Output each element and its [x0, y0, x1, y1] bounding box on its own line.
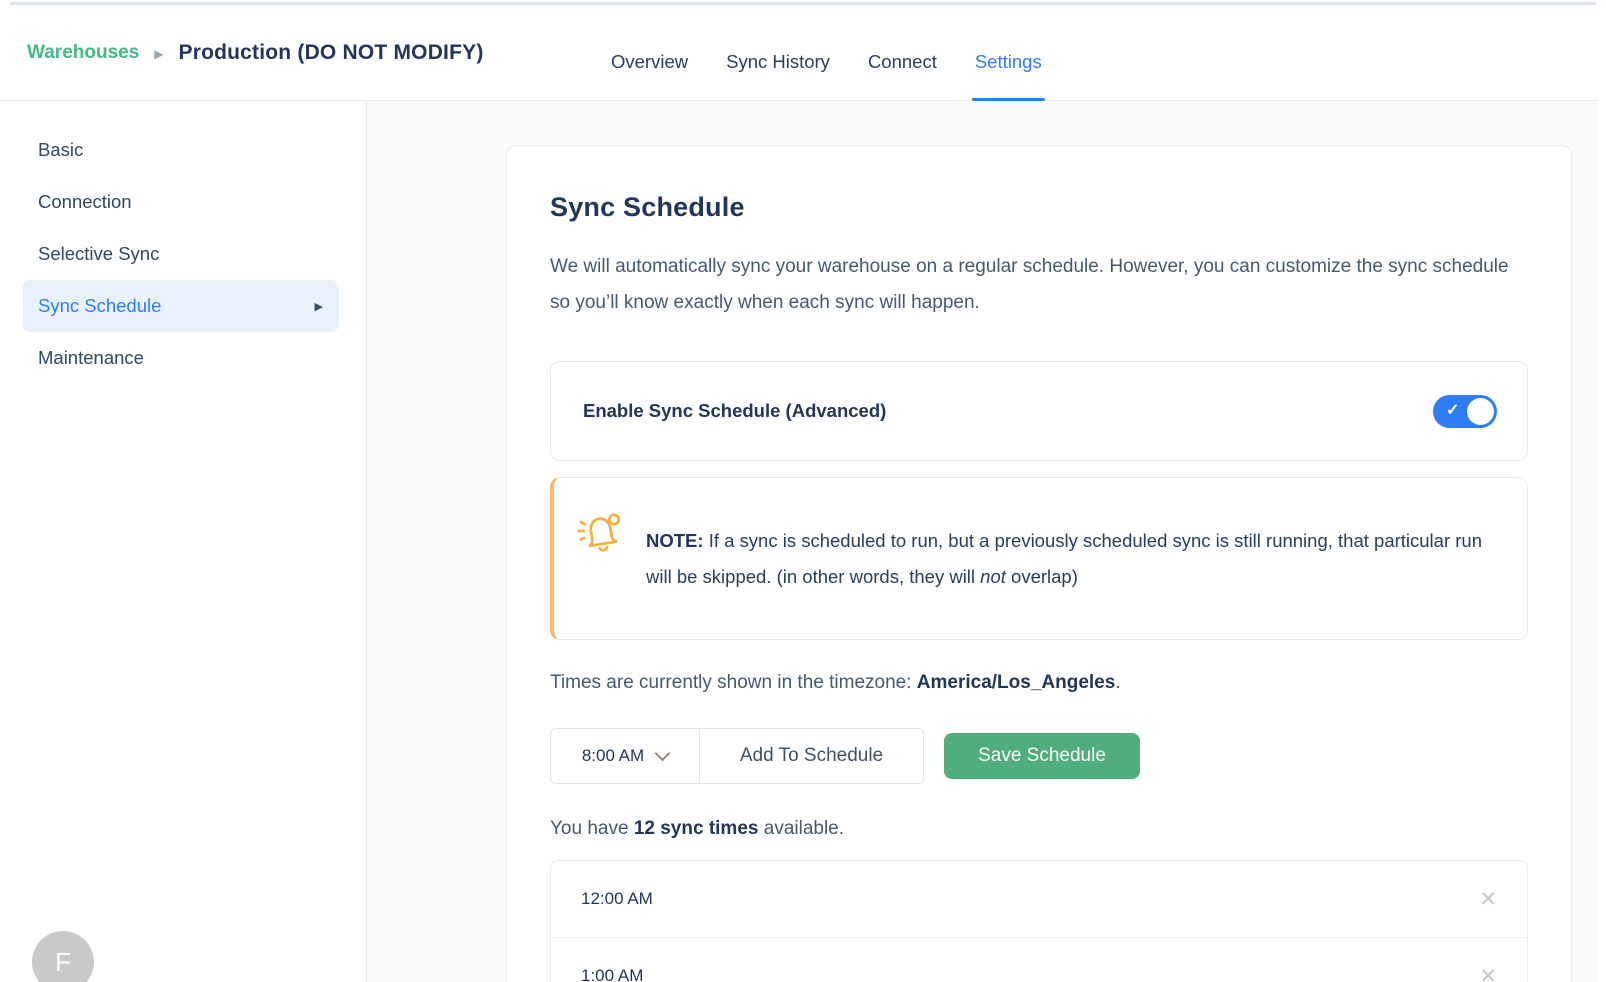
timezone-value: America/Los_Angeles	[917, 672, 1116, 693]
header-tabs: Overview Sync History Connect Settings	[608, 5, 1045, 100]
timezone-line: Times are currently shown in the timezon…	[550, 672, 1528, 694]
avatar[interactable]: F	[32, 931, 94, 982]
sync-schedule-card: Sync Schedule We will automatically sync…	[506, 145, 1572, 982]
schedule-controls: 8:00 AM Add To Schedule Save Schedule	[550, 728, 1528, 784]
breadcrumb-warehouses-link[interactable]: Warehouses	[27, 42, 139, 64]
note-body-end: overlap)	[1006, 566, 1078, 587]
enable-sync-schedule-row: Enable Sync Schedule (Advanced) ✓	[550, 361, 1528, 461]
tab-connect[interactable]: Connect	[865, 5, 940, 100]
chevron-down-icon	[655, 746, 671, 762]
availability-line: You have 12 sync times available.	[550, 818, 1528, 840]
availability-suffix: available.	[758, 818, 844, 839]
close-icon[interactable]: ✕	[1479, 889, 1497, 910]
settings-sidebar: Basic Connection Selective Sync Sync Sch…	[0, 102, 367, 982]
sync-time-value: 12:00 AM	[581, 889, 653, 909]
note-text: NOTE: If a sync is scheduled to run, but…	[646, 523, 1499, 595]
sidebar-item-selective-sync[interactable]: Selective Sync	[0, 228, 366, 280]
tab-settings[interactable]: Settings	[972, 5, 1045, 100]
save-schedule-button[interactable]: Save Schedule	[944, 733, 1140, 779]
time-select-value: 8:00 AM	[582, 746, 644, 766]
page-title: Production (DO NOT MODIFY)	[179, 41, 484, 65]
bell-icon	[554, 504, 646, 555]
page-header: Warehouses ▶ Production (DO NOT MODIFY) …	[0, 5, 1597, 101]
chevron-right-icon: ▶	[315, 300, 323, 313]
note-prefix: NOTE:	[646, 530, 704, 551]
sync-time-row: 1:00 AM ✕	[551, 937, 1527, 982]
sidebar-item-sync-schedule[interactable]: Sync Schedule ▶	[22, 280, 339, 332]
app-window: Warehouses ▶ Production (DO NOT MODIFY) …	[0, 0, 1606, 982]
add-to-schedule-button[interactable]: Add To Schedule	[700, 728, 924, 784]
sync-time-value: 1:00 AM	[581, 966, 643, 982]
section-title: Sync Schedule	[550, 192, 1528, 223]
breadcrumb: Warehouses ▶ Production (DO NOT MODIFY)	[27, 5, 484, 100]
close-icon[interactable]: ✕	[1479, 966, 1497, 982]
main-panel: Sync Schedule We will automatically sync…	[367, 102, 1597, 982]
toggle-knob	[1467, 398, 1494, 425]
check-icon: ✓	[1446, 403, 1459, 419]
time-select[interactable]: 8:00 AM	[550, 728, 700, 784]
enable-sync-schedule-label: Enable Sync Schedule (Advanced)	[583, 400, 886, 422]
tab-overview[interactable]: Overview	[608, 5, 691, 100]
section-description: We will automatically sync your warehous…	[550, 249, 1510, 321]
sidebar-item-connection[interactable]: Connection	[0, 176, 366, 228]
note-callout: NOTE: If a sync is scheduled to run, but…	[550, 477, 1528, 640]
breadcrumb-arrow-icon: ▶	[154, 45, 163, 61]
tab-sync-history[interactable]: Sync History	[723, 5, 833, 100]
sidebar-item-label: Sync Schedule	[38, 295, 161, 317]
timezone-prefix: Times are currently shown in the timezon…	[550, 672, 917, 693]
enable-sync-schedule-toggle[interactable]: ✓	[1433, 395, 1497, 428]
availability-count: 12 sync times	[634, 818, 759, 839]
sidebar-item-basic[interactable]: Basic	[0, 124, 366, 176]
timezone-suffix: .	[1115, 672, 1120, 693]
note-italic-word: not	[980, 566, 1006, 587]
sidebar-item-maintenance[interactable]: Maintenance	[0, 332, 366, 384]
sync-times-list: 12:00 AM ✕ 1:00 AM ✕	[550, 860, 1528, 982]
sync-time-row: 12:00 AM ✕	[551, 861, 1527, 937]
content-area: Basic Connection Selective Sync Sync Sch…	[0, 102, 1597, 982]
availability-prefix: You have	[550, 818, 634, 839]
